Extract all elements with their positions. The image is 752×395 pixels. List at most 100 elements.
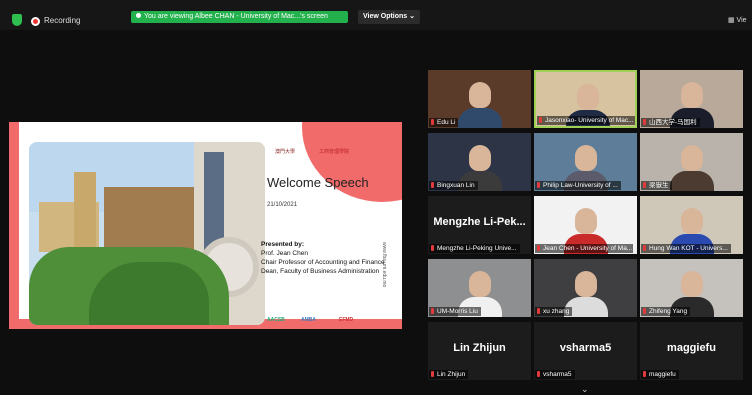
participant-display-name: Lin Zhijun xyxy=(453,342,506,354)
view-options-button[interactable]: View Options ⌄ xyxy=(358,10,420,24)
efmd-logo: EFMD xyxy=(339,317,354,323)
participant-display-name: maggiefu xyxy=(667,342,716,354)
meeting-topbar: Recording You are viewing Albee CHAN - U… xyxy=(0,0,752,30)
aacsb-logo: AACSB xyxy=(267,317,285,323)
muted-mic-icon xyxy=(537,245,540,251)
faculty-logo: 工商管理學院 xyxy=(319,149,350,155)
recording-icon xyxy=(31,17,40,26)
participant-name-tag: Jasonxiao- University of Mac... xyxy=(537,116,635,125)
participant-tile[interactable]: 山西大学-马国利 xyxy=(640,70,743,128)
participant-face xyxy=(469,271,491,297)
slide-date: 21/10/2021 xyxy=(267,202,298,208)
participant-name: Zhifeng Yang xyxy=(649,308,688,315)
view-button[interactable]: ▦ Vie xyxy=(728,16,747,24)
viewing-screen-banner: You are viewing Albee CHAN - University … xyxy=(131,11,348,23)
muted-mic-icon xyxy=(537,371,540,377)
muted-mic-icon xyxy=(431,182,434,188)
chevron-down-icon[interactable]: ⌄ xyxy=(581,384,589,395)
participant-name: Bingxuan Lin xyxy=(437,182,475,189)
participant-face xyxy=(575,208,597,234)
participant-name-tag: vsharma5 xyxy=(535,370,575,379)
recording-label: Recording xyxy=(44,16,81,25)
participant-name: Jasonxiao- University of Mac... xyxy=(545,117,634,124)
participant-name: maggiefu xyxy=(649,371,676,378)
participant-name: UM-Morris Liu xyxy=(437,308,478,315)
university-logo: 澳門大學 xyxy=(275,149,296,155)
participant-name: 山西大学-马国利 xyxy=(649,119,697,126)
participant-tile[interactable]: 梁嶽生 xyxy=(640,133,743,191)
participant-tile[interactable]: Mengzhe Li-Pek... Mengzhe Li-Peking Unive… xyxy=(428,196,531,254)
participant-name-tag: 山西大学-马国利 xyxy=(641,118,700,127)
participant-tile[interactable]: Edu Li xyxy=(428,70,531,128)
participant-name: 梁嶽生 xyxy=(649,182,669,189)
participant-face xyxy=(681,145,703,171)
participant-name: Philip Law-University of ... xyxy=(543,182,618,189)
amba-logo: AMBA xyxy=(301,317,316,323)
participant-tile[interactable]: Jean Chen - University of Ma... xyxy=(534,196,637,254)
participant-tile[interactable]: Bingxuan Lin xyxy=(428,133,531,191)
participant-name: Jean Chen - University of Ma... xyxy=(543,245,633,252)
muted-mic-icon xyxy=(537,182,540,188)
participant-name-tag: Hung Wan KOT - Univers... xyxy=(641,244,731,253)
participant-name-tag: Edu Li xyxy=(429,118,459,127)
participant-name: Mengzhe Li-Peking Unive... xyxy=(437,245,517,252)
muted-mic-icon xyxy=(643,308,646,314)
participant-figure xyxy=(458,108,502,128)
participant-name: vsharma5 xyxy=(543,371,572,378)
participant-name: Hung Wan KOT - Univers... xyxy=(649,245,728,252)
participant-name-tag: UM-Morris Liu xyxy=(429,307,481,316)
participant-name-tag: Jean Chen - University of Ma... xyxy=(535,244,633,253)
muted-mic-icon xyxy=(643,119,646,125)
participant-name: Lin Zhijun xyxy=(437,371,466,378)
participant-name-tag: Bingxuan Lin xyxy=(429,181,478,190)
participant-name-tag: xu zhang xyxy=(535,307,573,316)
muted-mic-icon xyxy=(539,117,542,123)
participant-name-tag: Mengzhe Li-Peking Unive... xyxy=(429,244,520,253)
participant-name-tag: Lin Zhijun xyxy=(429,370,469,379)
participant-tile[interactable]: UM-Morris Liu xyxy=(428,259,531,317)
participant-name-tag: Philip Law-University of ... xyxy=(535,181,621,190)
participant-name: Edu Li xyxy=(437,119,456,126)
presented-by-label: Presented by: xyxy=(261,241,304,248)
participant-face xyxy=(577,84,599,110)
muted-mic-icon xyxy=(431,119,434,125)
campus-photo xyxy=(29,142,265,325)
participant-display-name: vsharma5 xyxy=(559,342,612,354)
muted-mic-icon xyxy=(643,245,646,251)
participant-tile[interactable]: vsharma5 vsharma5 xyxy=(534,322,637,380)
muted-mic-icon xyxy=(431,245,434,251)
participant-face xyxy=(681,271,703,297)
participant-tile[interactable]: Hung Wan KOT - Univers... xyxy=(640,196,743,254)
viewing-banner-text: You are viewing Albee CHAN - University … xyxy=(144,13,328,20)
participant-tile[interactable]: Philip Law-University of ... xyxy=(534,133,637,191)
participant-tile[interactable]: xu zhang xyxy=(534,259,637,317)
participant-name: xu zhang xyxy=(543,308,570,315)
presenter-block: Presented by: Prof. Jean Chen Chair Prof… xyxy=(261,240,391,276)
participant-name-tag: 梁嶽生 xyxy=(641,181,672,190)
security-shield-icon[interactable] xyxy=(12,14,22,26)
participant-face xyxy=(681,208,703,234)
participant-figure xyxy=(670,171,714,191)
participant-name-tag: Zhifeng Yang xyxy=(641,307,691,316)
muted-mic-icon xyxy=(643,182,646,188)
participant-display-name: Mengzhe Li-Pek... xyxy=(433,216,526,228)
presenter-role1: Chair Professor of Accounting and Financ… xyxy=(261,259,385,266)
participant-name-tag: maggiefu xyxy=(641,370,679,379)
presenter-name: Prof. Jean Chen xyxy=(261,250,308,257)
muted-mic-icon xyxy=(537,308,540,314)
muted-mic-icon xyxy=(643,371,646,377)
participant-face xyxy=(681,82,703,108)
banner-dot-icon xyxy=(136,13,141,18)
participant-face xyxy=(469,82,491,108)
shared-screen-slide: 澳門大學 工商管理學院 Welcome Speech 21/10/2021 Pr… xyxy=(9,122,402,329)
participant-tile[interactable]: Zhifeng Yang xyxy=(640,259,743,317)
participant-face xyxy=(575,145,597,171)
muted-mic-icon xyxy=(431,308,434,314)
presenter-role2: Dean, Faculty of Business Administration xyxy=(261,268,380,275)
participant-tile[interactable]: maggiefu maggiefu xyxy=(640,322,743,380)
slide-title: Welcome Speech xyxy=(267,175,369,190)
participant-tile[interactable]: Lin Zhijun Lin Zhijun xyxy=(428,322,531,380)
participant-tile[interactable]: Jasonxiao- University of Mac... xyxy=(534,70,637,128)
participant-face xyxy=(575,271,597,297)
participant-face xyxy=(469,145,491,171)
